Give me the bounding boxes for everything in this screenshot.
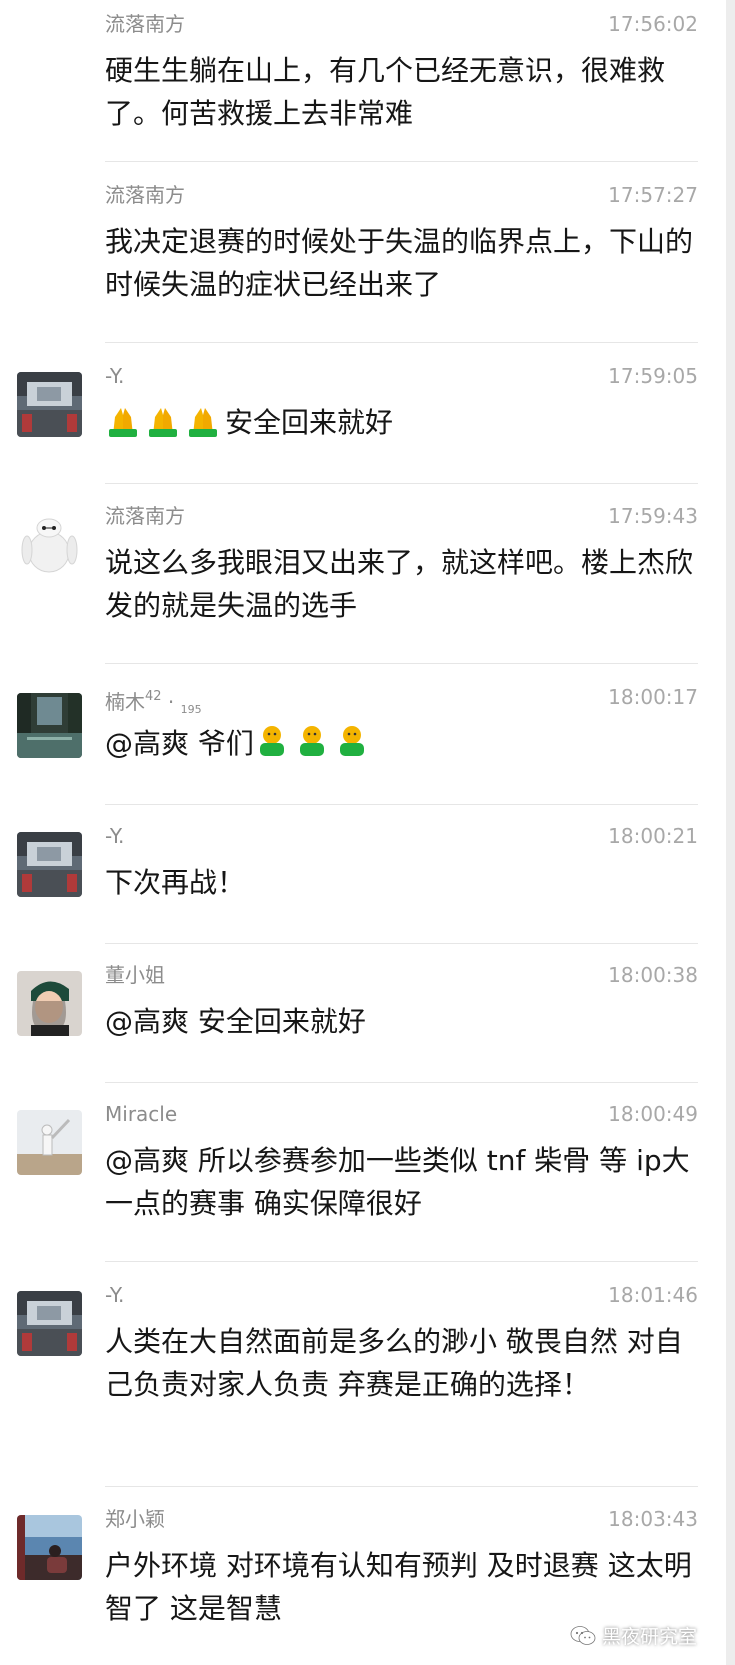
bus-window-avatar-icon — [17, 832, 82, 897]
watermark: 黑夜研究室 — [570, 1622, 697, 1649]
avatar[interactable] — [17, 1291, 82, 1356]
seaside-avatar-icon — [17, 1515, 82, 1580]
message-text: 说这么多我眼泪又出来了，就这样吧。楼上杰欣发的就是失温的选手 — [105, 546, 694, 622]
message-time: 17:56:02 — [608, 12, 698, 36]
sender-name[interactable]: 流落南方 — [105, 181, 185, 209]
street-scene-avatar-icon — [17, 693, 82, 758]
message-divider — [105, 663, 698, 664]
folded-hands-icon — [149, 408, 177, 437]
scrollbar[interactable] — [726, 0, 735, 1665]
message-time: 18:01:46 — [608, 1283, 698, 1307]
message-text: 户外环境 对环境有认知有预判 及时退赛 这太明智了 这是智慧 — [105, 1549, 692, 1625]
watermark-text: 黑夜研究室 — [601, 1626, 697, 1648]
white-robot-avatar-icon — [17, 512, 82, 577]
avatar[interactable] — [17, 832, 82, 897]
message-time: 18:03:43 — [608, 1507, 698, 1531]
message-text: @高爽 安全回来就好 — [105, 1005, 366, 1038]
sender-name[interactable]: 流落南方 — [105, 502, 185, 530]
message-text: 人类在大自然面前是多么的渺小 敬畏自然 对自己负责对家人负责 弃赛是正确的选择！ — [105, 1325, 683, 1401]
sender-name[interactable]: 流落南方 — [105, 10, 185, 38]
emoji-figure-icon — [339, 726, 364, 756]
emoji-figure-icon — [299, 726, 324, 756]
selfie-avatar-icon — [17, 971, 82, 1036]
folded-hands-icon — [189, 408, 217, 437]
avatar[interactable] — [17, 971, 82, 1036]
message-text-content: 安全回来就好 — [225, 406, 394, 439]
bus-window-avatar-icon — [17, 1291, 82, 1356]
folded-hands-icon — [109, 408, 137, 437]
sender-name[interactable]: -Y. — [105, 822, 124, 850]
message-text: 硬生生躺在山上，有几个已经无意识，很难救了。何苦救援上去非常难 — [105, 54, 666, 130]
message-time: 17:57:27 — [608, 183, 698, 207]
message-item: -Y. 17:59:05 安全回来就好 — [0, 362, 726, 502]
message-item: 流落南方 17:56:02 硬生生躺在山上，有几个已经无意识，很难救了。何苦救援… — [0, 0, 726, 162]
sender-name[interactable]: Miracle — [105, 1100, 177, 1128]
message-divider — [105, 161, 698, 162]
message-time: 17:59:05 — [608, 364, 698, 388]
message-text-content: @高爽 爷们 — [105, 727, 254, 760]
sender-name[interactable]: -Y. — [105, 362, 124, 390]
message-time: 18:00:21 — [608, 824, 698, 848]
bus-window-avatar-icon — [17, 372, 82, 437]
avatar[interactable] — [17, 1110, 82, 1175]
message-time: 18:00:38 — [608, 963, 698, 987]
message-time: 17:59:43 — [608, 504, 698, 528]
message-item: 董小姐 18:00:38 @高爽 安全回来就好 — [0, 961, 726, 1101]
message-divider — [105, 1082, 698, 1083]
message-item: 流落南方 17:57:27 我决定退赛的时候处于失温的临界点上，下山的时候失温的… — [0, 181, 726, 343]
sender-name[interactable]: 董小姐 — [105, 961, 165, 989]
message-text: 下次再战！ — [105, 866, 246, 899]
message-divider — [105, 342, 698, 343]
message-text: 我决定退赛的时候处于失温的临界点上，下山的时候失温的症状已经出来了 — [105, 225, 694, 301]
message-item: 流落南方 17:59:43 说这么多我眼泪又出来了，就这样吧。楼上杰欣发的就是失… — [0, 502, 726, 664]
figure-pose-avatar-icon — [17, 1110, 82, 1175]
avatar[interactable] — [17, 693, 82, 758]
message-time: 18:00:17 — [608, 685, 698, 709]
message-item: -Y. 18:00:21 下次再战！ — [0, 822, 726, 962]
message-divider — [105, 1261, 698, 1262]
avatar[interactable] — [17, 372, 82, 437]
sender-name[interactable]: -Y. — [105, 1281, 124, 1309]
avatar[interactable] — [17, 512, 82, 577]
sender-name[interactable]: 楠木42 · 195 — [105, 683, 202, 724]
message-item: -Y. 18:01:46 人类在大自然面前是多么的渺小 敬畏自然 对自己负责对家… — [0, 1281, 726, 1487]
message-item: 楠木42 · 195 18:00:17 @高爽 爷们 — [0, 683, 726, 823]
avatar[interactable] — [17, 1515, 82, 1580]
message-divider — [105, 1486, 698, 1487]
message-item: Miracle 18:00:49 @高爽 所以参赛参加一些类似 tnf 柴骨 等… — [0, 1100, 726, 1262]
message-text: @高爽 爷们 — [105, 722, 705, 765]
wechat-icon — [570, 1625, 596, 1645]
message-divider — [105, 483, 698, 484]
message-text: @高爽 所以参赛参加一些类似 tnf 柴骨 等 ip大一点的赛事 确实保障很好 — [105, 1144, 690, 1220]
sender-name[interactable]: 郑小颖 — [105, 1505, 165, 1533]
emoji-figure-icon — [259, 726, 284, 756]
message-text: 安全回来就好 — [105, 401, 705, 444]
message-divider — [105, 804, 698, 805]
message-time: 18:00:49 — [608, 1102, 698, 1126]
message-divider — [105, 943, 698, 944]
